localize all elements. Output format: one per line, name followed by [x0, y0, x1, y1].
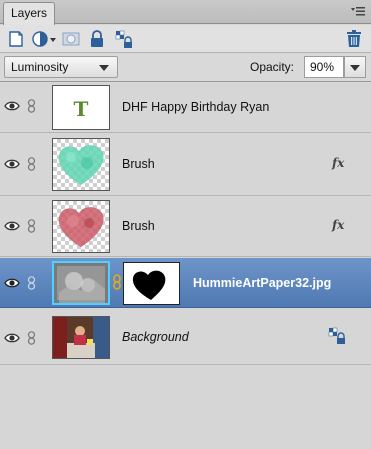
layer-mask-thumbnail[interactable]: [123, 262, 180, 305]
chevron-down-icon: [99, 65, 109, 71]
lock-transparency-icon[interactable]: [114, 29, 134, 49]
chevron-down-icon: [350, 65, 360, 71]
layer-thumbnail: [52, 200, 110, 253]
layer-row-selected[interactable]: HummieArtPaper32.jpg: [0, 258, 371, 308]
layer-thumbnail: [52, 316, 110, 359]
trash-icon[interactable]: [344, 29, 364, 49]
layer-name: Background: [122, 330, 189, 344]
brush-heart-image: [58, 207, 104, 247]
layer-name: DHF Happy Birthday Ryan: [122, 100, 270, 114]
link-icon[interactable]: [27, 219, 36, 233]
opacity-input[interactable]: 90%: [304, 56, 344, 78]
eye-icon[interactable]: [4, 332, 20, 344]
brush-heart-image: [58, 145, 104, 185]
layer-row[interactable]: Brush fx: [0, 197, 371, 257]
link-icon[interactable]: [27, 331, 36, 345]
adjustment-layer-icon[interactable]: [31, 29, 57, 49]
background-photo-image: [53, 317, 109, 358]
eye-icon[interactable]: [4, 158, 20, 170]
opacity-dropdown-button[interactable]: [344, 56, 366, 78]
eye-icon[interactable]: [4, 220, 20, 232]
eye-icon[interactable]: [4, 277, 20, 289]
art-paper-image: [54, 263, 108, 303]
lock-all-icon[interactable]: [87, 29, 107, 49]
add-mask-icon[interactable]: [61, 29, 81, 49]
tab-layers[interactable]: Layers: [3, 2, 56, 25]
background-lock-icon: [328, 327, 345, 344]
layer-row[interactable]: T DHF Happy Birthday Ryan: [0, 83, 371, 133]
fx-icon[interactable]: fx: [332, 218, 344, 232]
blend-mode-value: Luminosity: [11, 60, 69, 74]
layers-panel: Layers Luminosity Opacity: 90% T DHF Hap…: [0, 0, 371, 449]
eye-icon[interactable]: [4, 100, 20, 112]
layer-name: Brush: [122, 219, 155, 233]
svg-text:T: T: [74, 97, 89, 121]
layer-thumbnail: [52, 138, 110, 191]
text-layer-icon: T: [74, 97, 89, 121]
blend-mode-select[interactable]: Luminosity: [4, 56, 118, 78]
blend-opacity-row: Luminosity Opacity: 90%: [0, 54, 371, 82]
layer-thumbnail: [52, 261, 110, 305]
opacity-label: Opacity:: [250, 60, 295, 74]
link-icon[interactable]: [27, 276, 36, 290]
fx-icon[interactable]: fx: [332, 156, 344, 170]
new-layer-icon[interactable]: [6, 29, 26, 49]
link-icon[interactable]: [27, 157, 36, 171]
layers-toolbar: [0, 25, 371, 53]
layer-name: Brush: [122, 157, 155, 171]
layer-name: HummieArtPaper32.jpg: [193, 276, 332, 290]
heart-mask-image: [124, 263, 179, 304]
layer-row[interactable]: Brush fx: [0, 134, 371, 196]
layer-thumbnail: T: [52, 85, 110, 130]
layer-row[interactable]: Background: [0, 309, 371, 365]
layers-list: T DHF Happy Birthday Ryan Brush fx Brush…: [0, 83, 371, 449]
link-icon[interactable]: [27, 99, 36, 113]
panel-tab-bar: Layers: [0, 0, 371, 25]
panel-menu-icon[interactable]: [351, 5, 365, 17]
mask-link-icon[interactable]: [112, 274, 122, 290]
